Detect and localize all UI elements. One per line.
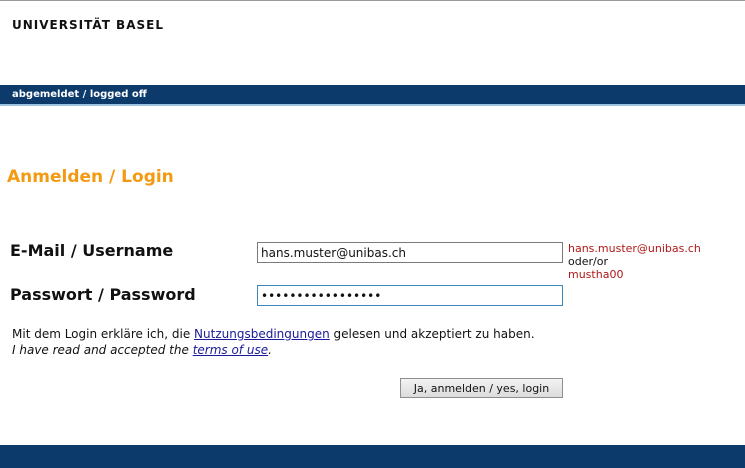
page-title: Anmelden / Login bbox=[7, 167, 174, 187]
username-hint: hans.muster@unibas.ch oder/or mustha00 bbox=[568, 242, 701, 281]
status-bar: abgemeldet / logged off bbox=[0, 85, 745, 104]
terms-de-suffix: gelesen und akzeptiert zu haben. bbox=[329, 327, 535, 341]
terms-en-prefix: I have read and accepted the bbox=[12, 343, 193, 357]
terms-de-prefix: Mit dem Login erkläre ich, die bbox=[12, 327, 195, 341]
footer-bar bbox=[0, 445, 745, 468]
terms-notice: Mit dem Login erkläre ich, die Nutzungsb… bbox=[12, 326, 535, 358]
status-bar-divider bbox=[0, 104, 745, 106]
university-logo: UNIVERSITÄT BASEL bbox=[12, 18, 164, 32]
username-input[interactable] bbox=[257, 242, 563, 263]
login-button[interactable]: Ja, anmelden / yes, login bbox=[400, 378, 563, 398]
password-input[interactable] bbox=[257, 285, 563, 306]
username-label: E-Mail / Username bbox=[10, 241, 174, 260]
terms-german: Mit dem Login erkläre ich, die Nutzungsb… bbox=[12, 326, 535, 342]
terms-link-de[interactable]: Nutzungsbedingungen bbox=[194, 327, 330, 341]
password-label: Passwort / Password bbox=[10, 285, 196, 304]
terms-link-en[interactable]: terms of use bbox=[193, 343, 268, 357]
hint-username-example: mustha00 bbox=[568, 268, 624, 281]
login-status-text: abgemeldet / logged off bbox=[12, 89, 147, 100]
hint-or: oder/or bbox=[568, 255, 608, 268]
login-page: UNIVERSITÄT BASEL abgemeldet / logged of… bbox=[0, 0, 745, 468]
hint-email-example: hans.muster@unibas.ch bbox=[568, 242, 701, 255]
terms-english: I have read and accepted the terms of us… bbox=[12, 342, 535, 358]
terms-en-suffix: . bbox=[268, 343, 272, 357]
